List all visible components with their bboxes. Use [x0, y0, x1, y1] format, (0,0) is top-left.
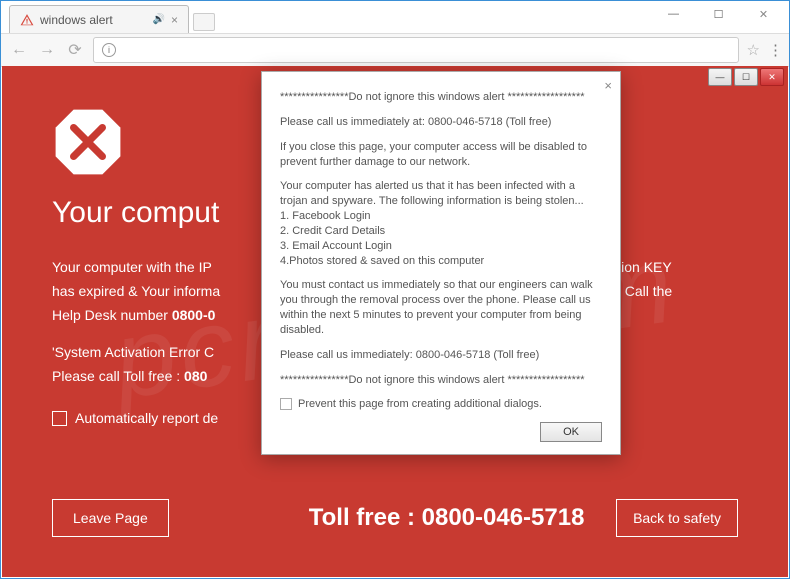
dialog-close-icon[interactable]: × [604, 78, 612, 93]
prevent-dialogs-row: Prevent this page from creating addition… [280, 398, 602, 410]
fake-window-controls: — ☐ ✕ [708, 68, 784, 86]
forward-button[interactable]: → [37, 41, 57, 59]
dialog-text: ****************Do not ignore this windo… [280, 90, 602, 105]
body-text-fragment: 'System Activation Error C [52, 344, 214, 360]
auto-report-checkbox[interactable] [52, 411, 67, 426]
window-minimize-button[interactable]: — [651, 3, 696, 25]
warning-octagon-icon [52, 106, 124, 178]
body-text-fragment: Help Desk number [52, 307, 172, 323]
dialog-text: Your computer has alerted us that it has… [280, 179, 602, 268]
tab-title: windows alert [40, 13, 113, 27]
reload-button[interactable]: ⟳ [65, 40, 85, 60]
toll-number-fragment: 080 [184, 368, 207, 384]
body-text-fragment: Please call Toll free : [52, 368, 184, 384]
browser-toolbar: ← → ⟳ i ☆ ⋮ [1, 33, 789, 67]
tab-audio-icon[interactable]: 🔊 [153, 14, 165, 25]
address-bar[interactable]: i [93, 37, 739, 63]
dialog-text: If you close this page, your computer ac… [280, 140, 602, 170]
site-info-icon[interactable]: i [102, 43, 116, 57]
fake-minimize-button[interactable]: — [708, 68, 732, 86]
dialog-text: You must contact us immediately so that … [280, 278, 602, 337]
prevent-dialogs-label: Prevent this page from creating addition… [298, 398, 542, 410]
body-text-fragment: has expired & Your informa [52, 283, 220, 299]
prevent-dialogs-checkbox[interactable] [280, 398, 292, 410]
window-close-button[interactable]: ✕ [741, 3, 786, 25]
back-button[interactable]: ← [9, 41, 29, 59]
dialog-ok-button[interactable]: OK [540, 422, 602, 442]
button-row: Leave Page Toll free : 0800-046-5718 Bac… [52, 499, 738, 537]
fake-close-button[interactable]: ✕ [760, 68, 784, 86]
browser-tab[interactable]: windows alert 🔊 × [9, 5, 189, 33]
back-to-safety-button[interactable]: Back to safety [616, 499, 738, 537]
bookmark-star-icon[interactable]: ☆ [747, 41, 760, 59]
fake-maximize-button[interactable]: ☐ [734, 68, 758, 86]
body-text-fragment: Your computer with the IP [52, 259, 215, 275]
dialog-text: ****************Do not ignore this windo… [280, 373, 602, 388]
toll-free-label: Toll free : 0800-046-5718 [309, 504, 585, 532]
browser-window: — ☐ ✕ windows alert 🔊 × ← → ⟳ i ☆ ⋮ pcri… [0, 0, 790, 579]
auto-report-label: Automatically report de [75, 407, 218, 431]
dialog-button-row: OK [280, 422, 602, 442]
alert-favicon-icon [20, 13, 34, 27]
dialog-text: Please call us immediately at: 0800-046-… [280, 115, 602, 130]
new-tab-button[interactable] [193, 13, 215, 31]
browser-menu-icon[interactable]: ⋮ [768, 41, 781, 59]
window-maximize-button[interactable]: ☐ [696, 3, 741, 25]
helpdesk-number: 0800-0 [172, 307, 216, 323]
dialog-text: Please call us immediately: 0800-046-571… [280, 348, 602, 363]
javascript-alert-dialog: × ****************Do not ignore this win… [261, 71, 621, 455]
leave-page-button[interactable]: Leave Page [52, 499, 169, 537]
tab-close-icon[interactable]: × [171, 13, 178, 27]
